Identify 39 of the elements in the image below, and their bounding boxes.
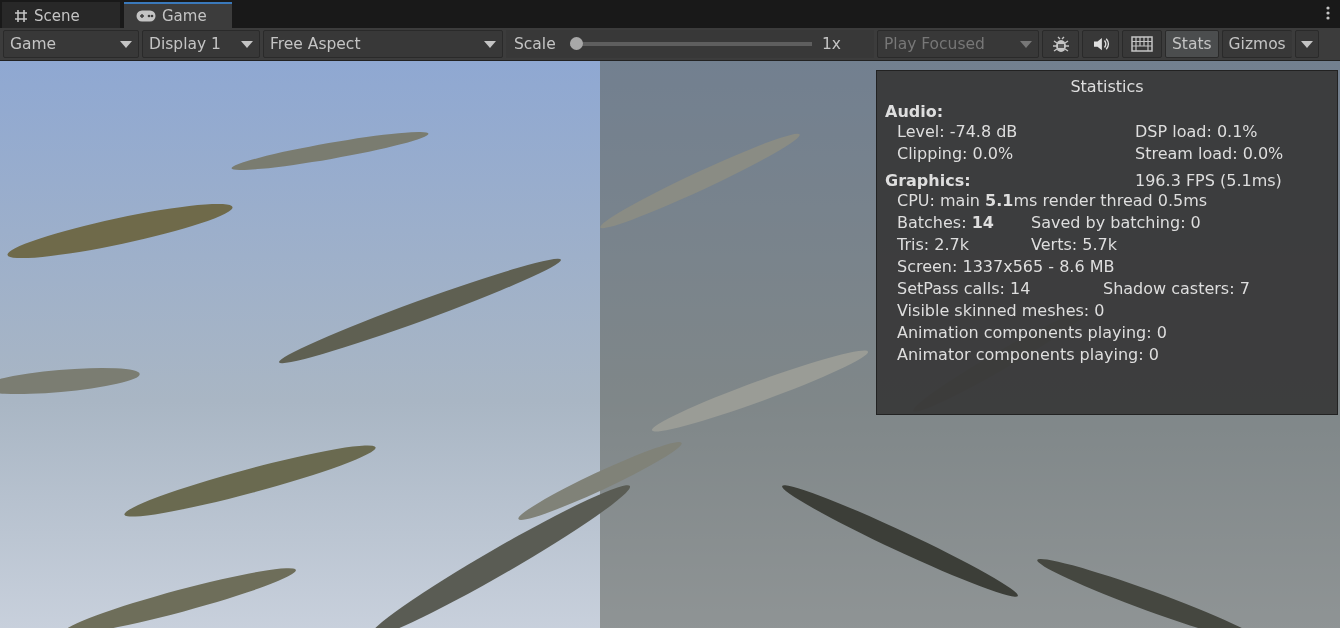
- bug-icon: [1050, 34, 1071, 54]
- view-tab[interactable]: Game: [124, 2, 232, 28]
- stat-text: Level: -74.8 dB: [897, 121, 1019, 143]
- stat-text: Animation components playing: 0: [897, 322, 1167, 344]
- stat-text: DSP load: 0.1%: [1135, 121, 1258, 143]
- stat-text: Animator components playing: 0: [897, 344, 1159, 366]
- section-heading: Graphics:: [885, 171, 972, 190]
- display-dropdown[interactable]: Display 1: [142, 30, 260, 58]
- stat-text: Stream load: 0.0%: [1135, 143, 1284, 165]
- aspect-dropdown[interactable]: Free Aspect: [263, 30, 503, 58]
- stat-text: Verts: 5.7k: [1031, 234, 1117, 256]
- slider-thumb[interactable]: [569, 37, 583, 50]
- section-heading: Audio:: [885, 102, 945, 121]
- stat-text: Tris: 2.7k: [897, 234, 970, 256]
- stat-text: Batches: 14: [897, 212, 995, 234]
- stat-text: Visible skinned meshes: 0: [897, 300, 1105, 322]
- panel-title: Statistics: [1069, 77, 1145, 96]
- stat-text: Clipping: 0.0%: [897, 143, 1015, 165]
- scale-label: Scale: [514, 35, 556, 53]
- stat-text: CPU: main 5.1ms render thread 0.5ms: [897, 190, 1208, 212]
- keyboard-button[interactable]: [1122, 30, 1162, 58]
- keyboard-icon: [1131, 36, 1153, 52]
- stats-toggle[interactable]: Stats: [1165, 30, 1219, 58]
- gamepad-icon: [136, 10, 156, 22]
- gizmos-button[interactable]: Gizmos: [1221, 30, 1292, 58]
- more-options-icon[interactable]: [1326, 6, 1330, 20]
- stat-text: SetPass calls: 14: [897, 278, 1032, 300]
- speaker-icon: [1091, 37, 1110, 51]
- gizmos-menu-button[interactable]: [1294, 30, 1319, 58]
- stat-text: Screen: 1337x565 - 8.6 MB: [897, 256, 1115, 278]
- scale-value: 1x: [822, 35, 843, 53]
- stat-text: Saved by batching: 0: [1031, 212, 1201, 234]
- audio-button[interactable]: [1082, 30, 1119, 58]
- stat-text: Shadow casters: 7: [1103, 278, 1250, 300]
- view-dropdown[interactable]: Game: [3, 30, 139, 58]
- view-tab[interactable]: Scene: [2, 2, 120, 28]
- grid-icon: [14, 9, 28, 23]
- fps-reading: 196.3 FPS (5.1ms): [1135, 171, 1282, 190]
- bug-button[interactable]: [1042, 30, 1079, 58]
